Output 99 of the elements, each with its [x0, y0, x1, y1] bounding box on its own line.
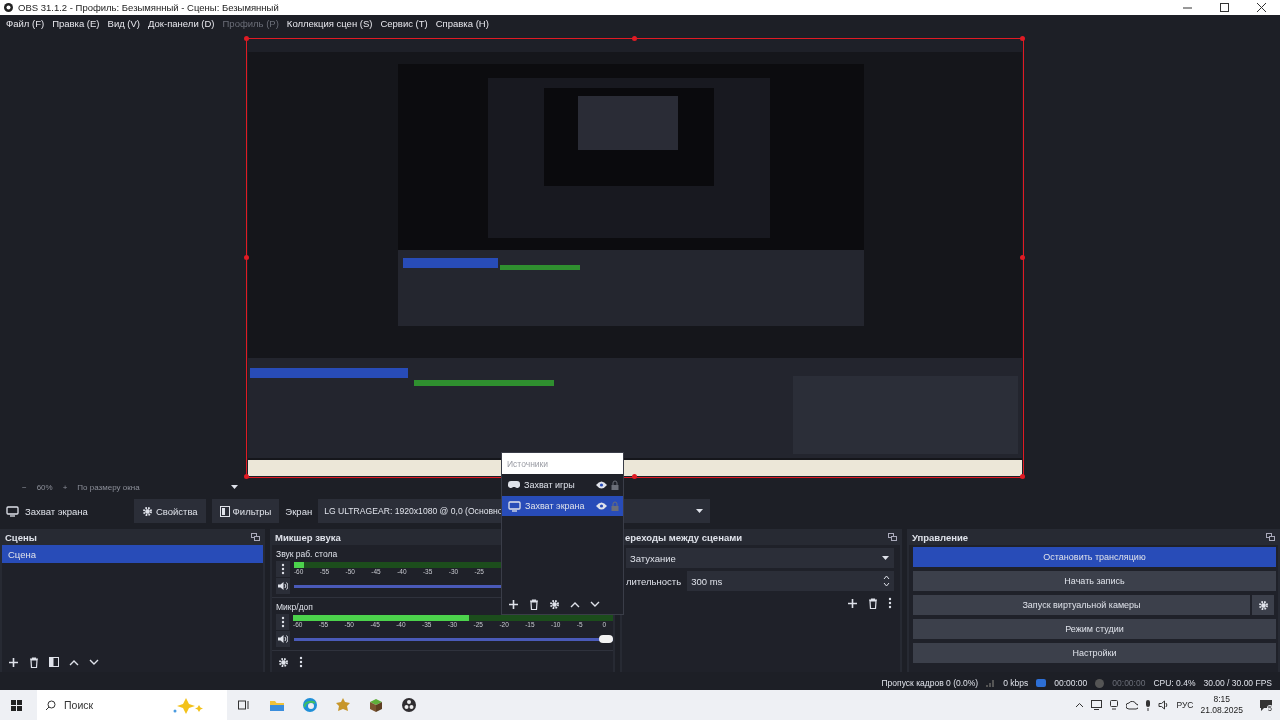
speaker-icon	[277, 634, 289, 644]
menu-item[interactable]: Вид (V)	[103, 18, 145, 29]
channel-name: Микр/доп	[276, 602, 313, 613]
filters-button[interactable]: Фильтры	[211, 499, 280, 523]
input-language[interactable]: РУС	[1176, 700, 1194, 710]
signal-icon	[986, 679, 996, 687]
caret-icon[interactable]	[695, 508, 705, 514]
clock[interactable]: 8:15 21.08.2025	[1200, 694, 1243, 716]
windows-icon	[11, 699, 22, 711]
chevron-down-icon[interactable]	[590, 600, 600, 608]
maximize-icon[interactable]	[1220, 3, 1229, 12]
dropped-frames: Пропуск кадров 0 (0.0%)	[881, 678, 979, 688]
cloud-icon[interactable]	[1126, 700, 1139, 710]
panel-title: Источники	[507, 458, 549, 469]
duration-field[interactable]: 300 ms	[687, 571, 894, 591]
sparkle-icon	[172, 696, 206, 714]
monitor-icon	[508, 500, 521, 512]
stream-time: 00:00:00	[1054, 678, 1088, 688]
bitrate: 0 kbps	[1003, 678, 1029, 688]
undock-icon[interactable]	[888, 533, 897, 541]
device-icon[interactable]	[1109, 700, 1120, 710]
add-icon[interactable]	[847, 597, 858, 609]
zoom-mode[interactable]: По размеру окна	[77, 482, 140, 492]
add-icon[interactable]	[508, 598, 519, 610]
zoom-in-button[interactable]: +	[62, 482, 68, 492]
app-logo-icon	[4, 3, 13, 12]
settings-icon[interactable]	[1257, 599, 1269, 611]
window-title: OBS 31.1.2 - Профиль: Безымянный - Сцены: Безымянный	[18, 2, 279, 13]
browser-icon	[302, 698, 317, 712]
zoom-level: 60%	[36, 482, 53, 492]
visibility-icon[interactable]	[596, 481, 607, 489]
speaker-icon	[277, 581, 289, 591]
control-button[interactable]: Режим студии	[913, 619, 1276, 639]
stream-icon	[1036, 679, 1047, 687]
filter-icon	[219, 505, 230, 517]
chevron-down-icon[interactable]	[89, 658, 99, 666]
volume-icon[interactable]	[1158, 700, 1170, 710]
trash-icon[interactable]	[868, 597, 878, 609]
microphone-icon[interactable]	[1145, 699, 1152, 711]
menu-item[interactable]: Правка (E)	[48, 18, 104, 29]
folder-icon	[269, 699, 284, 711]
duration-label: лительность	[626, 575, 682, 587]
more-icon[interactable]	[280, 563, 285, 575]
add-icon[interactable]	[8, 656, 19, 668]
close-icon[interactable]	[1257, 3, 1266, 12]
control-button[interactable]: Начать запись	[913, 571, 1276, 591]
menu-item[interactable]: Сервис (T)	[376, 18, 432, 29]
volume-slider[interactable]	[293, 633, 613, 645]
filter-icon[interactable]	[49, 657, 59, 667]
more-icon[interactable]	[888, 597, 892, 609]
display-label: Экран	[285, 505, 313, 517]
undock-icon[interactable]	[1266, 533, 1275, 541]
caret-icon[interactable]	[881, 555, 890, 561]
grass-block-icon	[368, 698, 383, 712]
settings-icon[interactable]	[278, 656, 289, 668]
menu-item[interactable]: Док-панели (D)	[144, 18, 219, 29]
task-view-icon	[237, 700, 250, 710]
spin-icon[interactable]	[883, 575, 890, 587]
menu-item[interactable]: Коллекция сцен (S)	[282, 18, 377, 29]
source-item[interactable]: Захват экрана	[502, 496, 623, 516]
settings-icon[interactable]	[141, 505, 153, 517]
panel-title: Сцены	[5, 531, 37, 543]
search-icon	[45, 699, 56, 711]
settings-icon[interactable]	[549, 598, 560, 610]
panel-title: Микшер звука	[275, 531, 341, 543]
zoom-out-button[interactable]: −	[22, 482, 27, 492]
visibility-icon[interactable]	[596, 502, 607, 510]
control-button[interactable]: Остановить трансляцию	[913, 547, 1276, 567]
control-button[interactable]: Настройки	[913, 643, 1276, 663]
more-icon[interactable]	[299, 656, 303, 668]
properties-button[interactable]: Свойства	[133, 499, 206, 523]
more-icon[interactable]	[280, 616, 285, 628]
selected-source: Захват экрана	[25, 505, 88, 517]
control-button[interactable]: Запуск виртуальной камеры	[913, 595, 1250, 615]
mute-button[interactable]	[276, 578, 290, 594]
trash-icon[interactable]	[529, 598, 539, 610]
panel-title: ереходы между сценами	[625, 531, 743, 543]
lock-icon[interactable]	[611, 480, 619, 490]
mute-button[interactable]	[276, 631, 290, 647]
notifications-icon[interactable]	[1260, 699, 1272, 711]
transition-dropdown[interactable]: Затухание	[626, 548, 894, 568]
chevron-up-icon[interactable]	[1075, 702, 1085, 708]
caret-icon[interactable]	[229, 484, 239, 490]
fps: 30.00 / 30.00 FPS	[1203, 678, 1272, 688]
monitor-icon	[6, 505, 19, 517]
scene-item[interactable]: Сцена	[2, 545, 263, 563]
undock-icon[interactable]	[251, 533, 260, 541]
gamepad-icon	[508, 481, 520, 489]
cpu-usage: CPU: 0.4%	[1153, 678, 1196, 688]
record-icon	[1095, 678, 1105, 688]
record-time: 00:00:00	[1112, 678, 1146, 688]
virtual-camera-settings-button[interactable]	[1252, 595, 1274, 615]
trash-icon[interactable]	[29, 656, 39, 668]
menu-item[interactable]: Справка (H)	[431, 18, 493, 29]
search-field[interactable]: Поиск	[62, 698, 166, 712]
panel-title: Управление	[912, 531, 969, 543]
channel-name: Звук раб. стола	[276, 549, 338, 560]
menu-item[interactable]: Файл (F)	[2, 18, 49, 29]
search-bar[interactable]: Поиск	[37, 690, 227, 720]
